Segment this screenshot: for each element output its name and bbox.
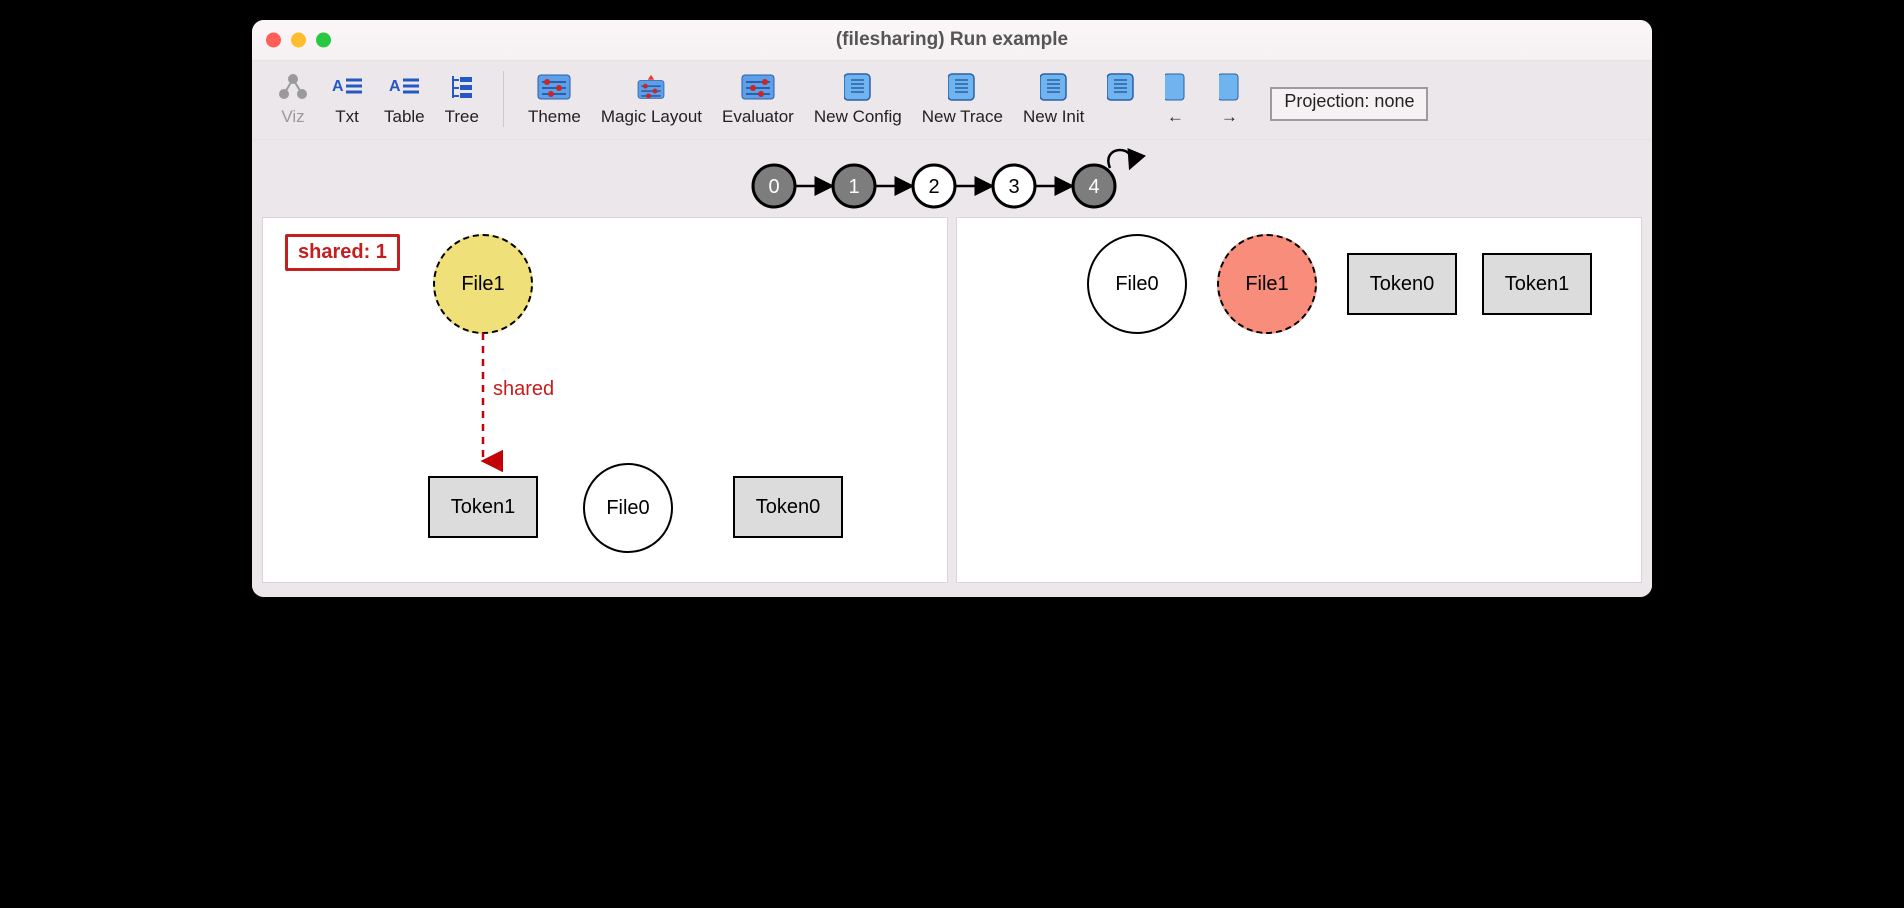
theme-label: Theme [528,107,581,127]
state-node[interactable]: 1 [833,165,875,207]
evaluator-icon [741,73,775,101]
projection-label: Projection: none [1284,91,1414,111]
toolbar-separator [503,71,504,127]
evaluator-button[interactable]: Evaluator [712,69,804,131]
close-icon[interactable] [266,33,281,48]
new-config-label: New Config [814,107,902,127]
fwd-button[interactable]: → [1202,69,1256,131]
svg-text:3: 3 [1008,176,1019,198]
tree-icon [445,73,479,101]
text-icon: A [330,73,364,101]
svg-text:4: 4 [1088,176,1099,198]
back-label: ← [1167,107,1184,127]
svg-text:A: A [332,78,344,95]
node-token1[interactable]: Token1 [428,476,538,538]
magic-label: Magic Layout [601,107,702,127]
minimize-icon[interactable] [291,33,306,48]
node-label: Token0 [756,496,821,519]
magic-icon [634,73,668,101]
svg-text:2: 2 [928,176,939,198]
node-label: Token0 [1370,273,1435,296]
txt-button[interactable]: A Txt [320,69,374,131]
right-pane: File0 File1 Token0 Token1 [956,217,1642,583]
state-stepper: 0 1 2 3 4 [252,139,1652,217]
theme-button[interactable]: Theme [518,69,591,131]
app-window: (filesharing) Run example Viz A Txt [252,20,1652,597]
edge-shared [473,333,503,473]
viz-button[interactable]: Viz [266,69,320,131]
fwd-label: → [1221,107,1238,127]
scroll-icon [841,73,875,101]
new-init-button[interactable]: New Init [1013,69,1094,131]
new-config-button[interactable]: New Config [804,69,912,131]
node-label: File0 [1115,273,1158,296]
traffic-lights [266,33,331,48]
scroll-icon [1037,73,1071,101]
new-init-label: New Init [1023,107,1084,127]
node-file1[interactable]: File1 [433,234,533,334]
scroll-icon [1158,73,1192,101]
shared-tag: shared: 1 [285,234,400,271]
graph-icon [276,73,310,101]
viz-label: Viz [281,107,304,127]
node-file1[interactable]: File1 [1217,234,1317,334]
node-file0[interactable]: File0 [583,463,673,553]
tree-label: Tree [445,107,479,127]
state-graph: 0 1 2 3 4 [742,140,1162,210]
scroll-icon [1104,73,1138,101]
node-token0[interactable]: Token0 [733,476,843,538]
table-label: Table [384,107,425,127]
svg-text:1: 1 [848,176,859,198]
table-icon: A [387,73,421,101]
svg-text:A: A [389,78,401,95]
table-button[interactable]: A Table [374,69,435,131]
edge-shared-label: shared [493,378,554,401]
state-node[interactable]: 2 [913,165,955,207]
state-node[interactable]: 3 [993,165,1035,207]
node-token1[interactable]: Token1 [1482,253,1592,315]
window-title: (filesharing) Run example [836,29,1068,51]
new-fork-button[interactable] [1094,69,1148,111]
node-label: File1 [1245,273,1288,296]
node-file0[interactable]: File0 [1087,234,1187,334]
scroll-icon [945,73,979,101]
node-token0[interactable]: Token0 [1347,253,1457,315]
titlebar: (filesharing) Run example [252,20,1652,60]
node-label: File1 [461,273,504,296]
left-pane: shared: 1 File1 shared Token1 File0 T [262,217,948,583]
evaluator-label: Evaluator [722,107,794,127]
node-label: Token1 [451,496,516,519]
state-node[interactable]: 4 [1073,165,1115,207]
toolbar: Viz A Txt A Table [252,60,1652,139]
node-label: Token1 [1505,273,1570,296]
sliders-icon [537,73,571,101]
tree-button[interactable]: Tree [435,69,489,131]
state-node[interactable]: 0 [753,165,795,207]
scroll-icon [1212,73,1246,101]
new-trace-label: New Trace [922,107,1003,127]
back-button[interactable]: ← [1148,69,1202,131]
node-label: File0 [606,497,649,520]
magic-layout-button[interactable]: Magic Layout [591,69,712,131]
svg-text:0: 0 [768,176,779,198]
new-trace-button[interactable]: New Trace [912,69,1013,131]
txt-label: Txt [335,107,359,127]
projection-select[interactable]: Projection: none [1270,87,1428,121]
zoom-icon[interactable] [316,33,331,48]
